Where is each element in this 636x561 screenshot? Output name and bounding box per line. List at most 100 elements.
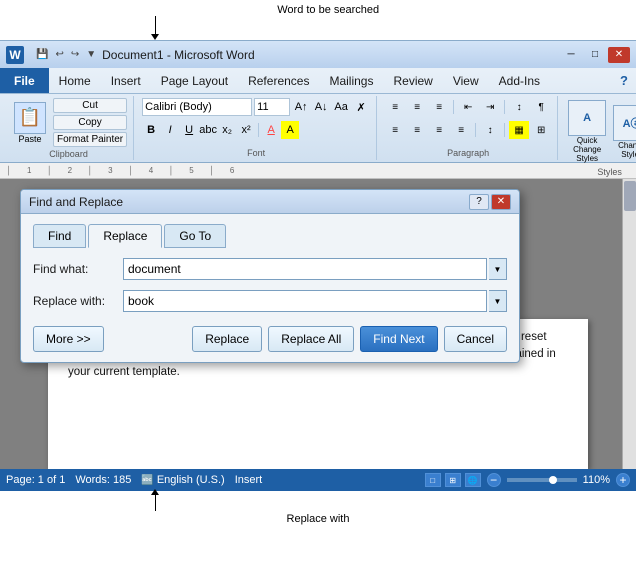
dialog-titlebar: Find and Replace ? ✕ — [21, 190, 519, 214]
increase-indent-button[interactable]: ⇥ — [480, 98, 500, 116]
shrink-font-button[interactable]: A↓ — [312, 98, 330, 116]
vertical-scrollbar[interactable] — [622, 179, 636, 469]
print-layout-icon[interactable]: □ — [425, 473, 441, 487]
decrease-indent-button[interactable]: ⇤ — [458, 98, 478, 116]
close-button[interactable]: ✕ — [608, 47, 630, 63]
numbering-button[interactable]: ≡ — [407, 98, 427, 116]
zoom-thumb[interactable] — [549, 476, 557, 484]
change-styles-label: ChangeStyles — [618, 141, 636, 159]
copy-button[interactable]: Copy — [53, 115, 127, 130]
change-styles-button[interactable]: Aⓐ ChangeStyles — [611, 103, 636, 161]
dialog-title: Find and Replace — [29, 195, 123, 209]
mailings-tab[interactable]: Mailings — [319, 68, 383, 93]
qa-save[interactable]: 💾 — [34, 48, 50, 61]
review-tab[interactable]: Review — [383, 68, 442, 93]
underline-button[interactable]: U — [180, 121, 198, 139]
page-info: Page: 1 of 1 — [6, 474, 65, 486]
home-tab[interactable]: Home — [49, 68, 101, 93]
qa-undo[interactable]: ↩ — [53, 48, 65, 61]
find-next-button[interactable]: Find Next — [360, 326, 437, 352]
find-dropdown-button[interactable]: ▼ — [489, 258, 507, 280]
align-left-button[interactable]: ≡ — [385, 121, 405, 139]
dialog-buttons: More >> Replace Replace All Find Next Ca… — [33, 326, 507, 352]
font-name-input[interactable] — [142, 98, 252, 116]
format-painter-button[interactable]: Format Painter — [53, 132, 127, 147]
annotation-arrowhead-down — [151, 34, 159, 40]
insert-tab[interactable]: Insert — [101, 68, 151, 93]
italic-button[interactable]: I — [161, 121, 179, 139]
superscript-button[interactable]: x² — [237, 121, 255, 139]
bullets-button[interactable]: ≡ — [385, 98, 405, 116]
cancel-button[interactable]: Cancel — [444, 326, 507, 352]
title-bar-left: W 💾 ↩ ↪ ▼ Document1 - Microsoft Word — [6, 46, 255, 64]
word-icon: W — [6, 46, 24, 64]
more-button[interactable]: More >> — [33, 326, 104, 352]
separator5 — [504, 123, 505, 137]
scrollbar-thumb[interactable] — [624, 181, 636, 211]
replace-all-button[interactable]: Replace All — [268, 326, 354, 352]
strikethrough-button[interactable]: abc — [199, 121, 217, 139]
border-button[interactable]: ⊞ — [531, 121, 551, 139]
replace-button[interactable]: Replace — [192, 326, 262, 352]
shading-button[interactable]: ▦ — [509, 121, 529, 139]
zoom-minus-button[interactable]: − — [487, 473, 501, 487]
justify-button[interactable]: ≡ — [451, 121, 471, 139]
replace-with-label: Replace with: — [33, 294, 123, 308]
highlight-button[interactable]: A — [281, 121, 299, 139]
find-what-input[interactable] — [123, 258, 487, 280]
align-right-button[interactable]: ≡ — [429, 121, 449, 139]
help-icon[interactable]: ? — [612, 68, 636, 93]
cut-button[interactable]: Cut — [53, 98, 127, 113]
font-color-button[interactable]: A — [262, 121, 280, 139]
annotation-top: Word to be searched — [0, 0, 636, 40]
tab-goto[interactable]: Go To — [164, 224, 226, 248]
full-screen-icon[interactable]: ⊞ — [445, 473, 461, 487]
tab-find[interactable]: Find — [33, 224, 86, 248]
paste-button[interactable]: 📋 Paste — [10, 100, 50, 146]
qa-redo[interactable]: ↪ — [69, 48, 81, 61]
subscript-button[interactable]: x₂ — [218, 121, 236, 139]
paragraph-label: Paragraph — [385, 146, 551, 158]
page-layout-tab[interactable]: Page Layout — [151, 68, 238, 93]
clear-format-button[interactable]: ✗ — [352, 98, 370, 116]
dialog-help-button[interactable]: ? — [469, 194, 489, 210]
separator4 — [475, 123, 476, 137]
font-size-input[interactable] — [254, 98, 290, 116]
align-center-button[interactable]: ≡ — [407, 121, 427, 139]
maximize-button[interactable]: □ — [584, 47, 606, 63]
qa-menu[interactable]: ▼ — [84, 48, 98, 61]
styles-content: A QuickChangeStyles Aⓐ ChangeStyles — [566, 98, 636, 165]
sort-button[interactable]: ↕ — [509, 98, 529, 116]
change-case-button[interactable]: Aa — [332, 98, 350, 116]
bold-button[interactable]: B — [142, 121, 160, 139]
dialog-close-button[interactable]: ✕ — [491, 194, 511, 210]
find-replace-dialog: Find and Replace ? ✕ Find Replace Go To … — [20, 189, 520, 363]
replace-with-input[interactable] — [123, 290, 487, 312]
separator3 — [504, 100, 505, 114]
add-ins-tab[interactable]: Add-Ins — [489, 68, 550, 93]
replace-dropdown-button[interactable]: ▼ — [489, 290, 507, 312]
zoom-slider[interactable] — [507, 478, 577, 482]
web-layout-icon[interactable]: 🌐 — [465, 473, 481, 487]
references-tab[interactable]: References — [238, 68, 319, 93]
show-formatting-button[interactable]: ¶ — [531, 98, 551, 116]
zoom-plus-button[interactable]: + — [616, 473, 630, 487]
replace-with-row: Replace with: ▼ — [33, 290, 507, 312]
styles-group: A QuickChangeStyles Aⓐ ChangeStyles Styl… — [560, 96, 636, 160]
ruler: │ 1 │ 2 │ 3 │ 4 │ 5 │ 6 — [0, 163, 636, 179]
annotation-bottom: Replace with — [0, 491, 636, 529]
find-what-label: Find what: — [33, 262, 123, 276]
multilevel-list-button[interactable]: ≡ — [429, 98, 449, 116]
tab-replace[interactable]: Replace — [88, 224, 162, 248]
line-spacing-button[interactable]: ↕ — [480, 121, 500, 139]
status-bar: Page: 1 of 1 Words: 185 🔤 English (U.S.)… — [0, 469, 636, 491]
grow-font-button[interactable]: A↑ — [292, 98, 310, 116]
change-styles-icon: Aⓐ — [613, 105, 636, 141]
file-tab[interactable]: File — [0, 68, 49, 93]
view-tab[interactable]: View — [443, 68, 489, 93]
minimize-button[interactable]: ─ — [560, 47, 582, 63]
insert-mode: Insert — [235, 474, 263, 486]
para-row2: ≡ ≡ ≡ ≡ ↕ ▦ ⊞ — [385, 121, 551, 139]
font-row1: A↑ A↓ Aa ✗ — [142, 98, 370, 116]
quick-styles-button[interactable]: A QuickChangeStyles — [566, 98, 608, 165]
